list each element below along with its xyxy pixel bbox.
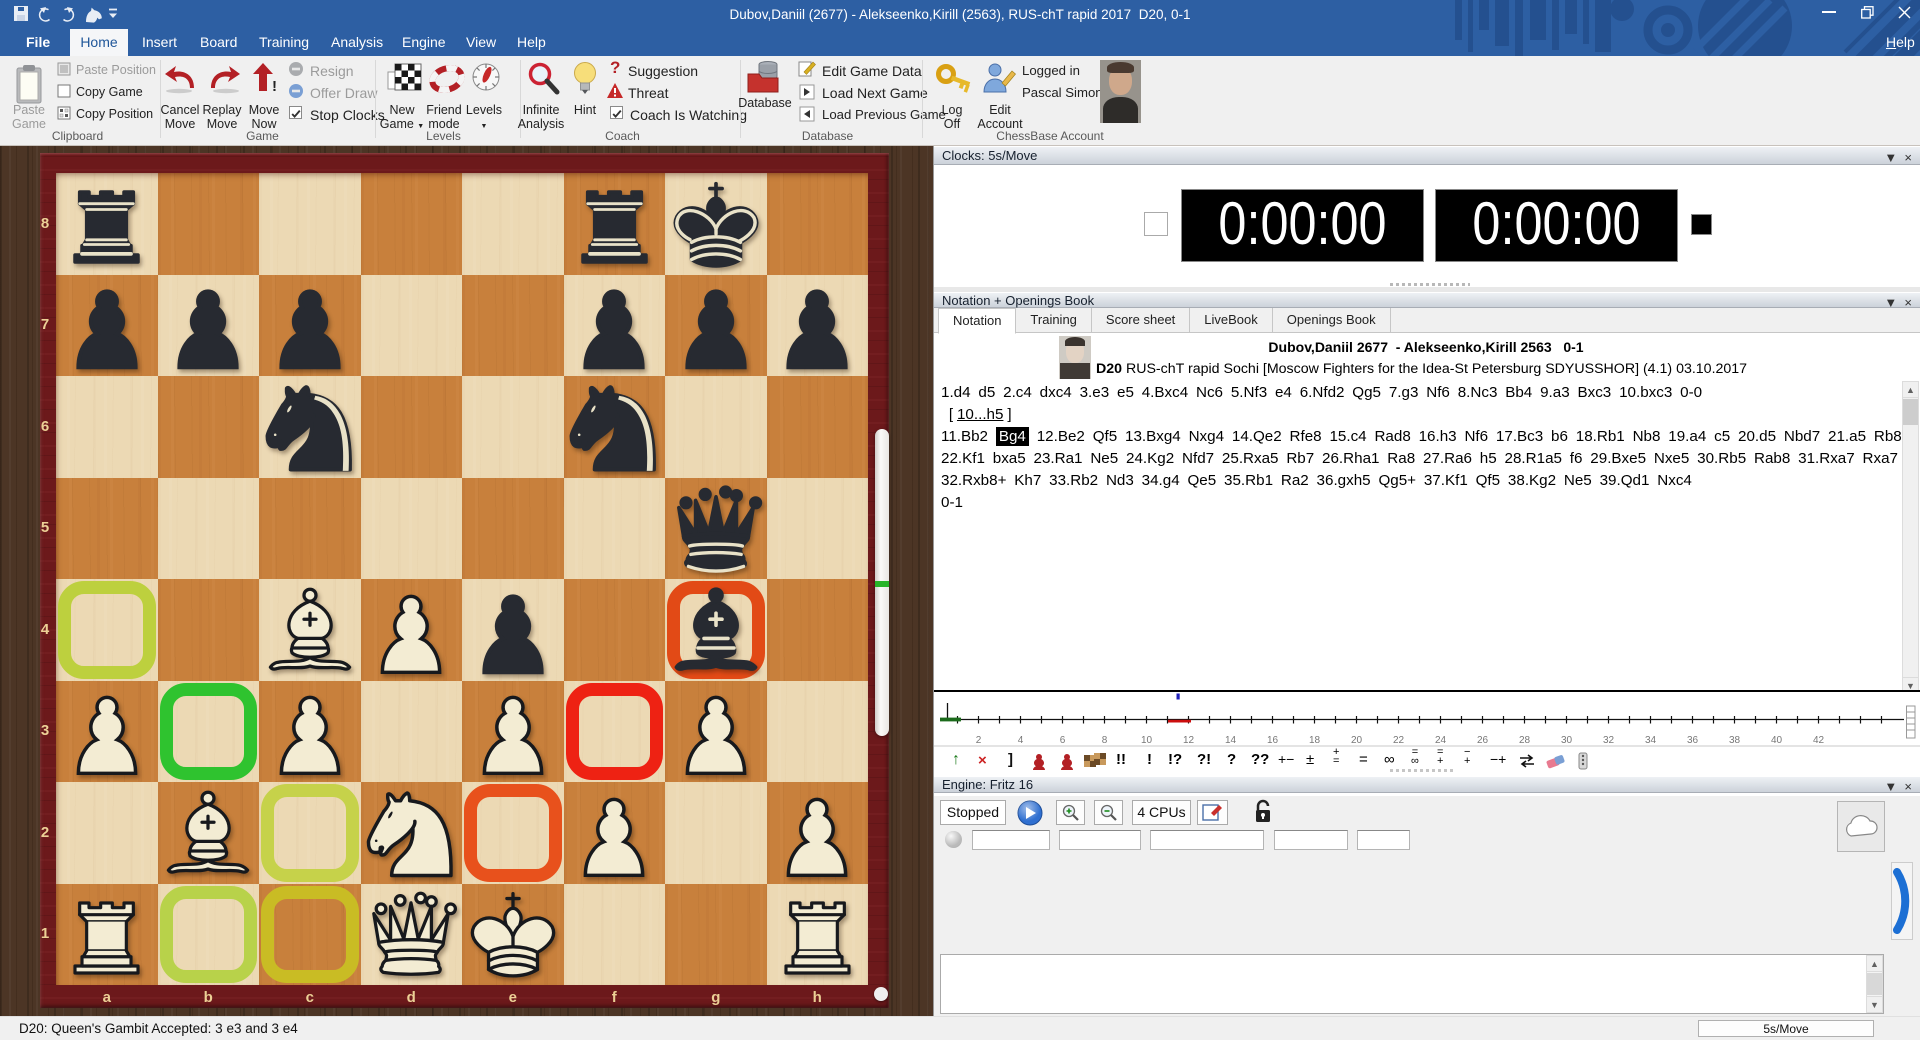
svg-text:34: 34 <box>1645 735 1657 746</box>
svg-text:20: 20 <box>1351 735 1363 746</box>
svg-text:26: 26 <box>1477 735 1489 746</box>
svg-text:40: 40 <box>1771 735 1783 746</box>
svg-text:30: 30 <box>1561 735 1573 746</box>
svg-text:38: 38 <box>1729 735 1741 746</box>
svg-text:24: 24 <box>1435 735 1447 746</box>
svg-text:2: 2 <box>976 735 982 746</box>
svg-text:!: ! <box>272 78 277 94</box>
svg-text:4: 4 <box>1018 735 1024 746</box>
svg-text:42: 42 <box>1813 735 1825 746</box>
svg-text:18: 18 <box>1309 735 1321 746</box>
svg-text:36: 36 <box>1687 735 1699 746</box>
svg-text:16: 16 <box>1267 735 1279 746</box>
svg-text:8: 8 <box>1102 735 1108 746</box>
svg-text:12: 12 <box>1183 735 1195 746</box>
svg-text:6: 6 <box>1060 735 1066 746</box>
svg-text:22: 22 <box>1393 735 1405 746</box>
svg-text:14: 14 <box>1225 735 1237 746</box>
svg-text:10: 10 <box>1141 735 1153 746</box>
svg-text:28: 28 <box>1519 735 1531 746</box>
svg-text:32: 32 <box>1603 735 1615 746</box>
